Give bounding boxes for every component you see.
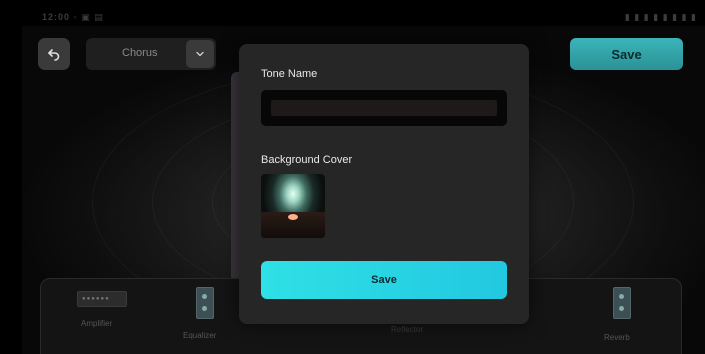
- back-button[interactable]: [38, 38, 70, 70]
- chain-item-amplifier-label: Amplifier: [81, 319, 113, 328]
- preset-dropdown-button[interactable]: [186, 40, 214, 68]
- tone-name-input[interactable]: [261, 90, 507, 126]
- tone-name-input-field[interactable]: [271, 100, 497, 116]
- screen: 12:00 ◦ ▣ ▤ ▮ ▮ ▮ ▮ ▮ ▮ ▮ ▮ Chorus Save …: [0, 0, 705, 354]
- reverb-pedal-icon[interactable]: [613, 287, 631, 319]
- chain-item-reverb-label: Reverb: [604, 333, 630, 342]
- chevron-down-icon: [196, 51, 204, 57]
- status-bar-right: ▮ ▮ ▮ ▮ ▮ ▮ ▮ ▮: [624, 12, 697, 22]
- chain-item-reflector-label: Reflector: [391, 325, 424, 334]
- bezel-left: [0, 0, 22, 354]
- background-cover-thumbnail[interactable]: [261, 174, 325, 238]
- amplifier-knobs: ●●●●●●: [82, 296, 110, 302]
- tone-name-label: Tone Name: [261, 68, 318, 80]
- background-cover-label: Background Cover: [261, 154, 353, 166]
- dialog-save-button[interactable]: Save: [261, 261, 507, 299]
- save-tone-dialog: Tone Name Background Cover Save: [239, 44, 529, 324]
- preset-select-value: Chorus: [122, 47, 158, 59]
- back-arrow-icon: [48, 49, 60, 61]
- equalizer-pedal-icon[interactable]: [196, 287, 214, 319]
- header-save-button[interactable]: Save: [570, 38, 683, 70]
- amplifier-icon[interactable]: ●●●●●●: [77, 291, 127, 307]
- preset-select[interactable]: Chorus: [86, 38, 216, 70]
- status-bar-left: 12:00 ◦ ▣ ▤: [42, 12, 104, 22]
- bezel-top: [0, 0, 705, 26]
- chain-item-equalizer-label: Equalizer: [183, 331, 217, 340]
